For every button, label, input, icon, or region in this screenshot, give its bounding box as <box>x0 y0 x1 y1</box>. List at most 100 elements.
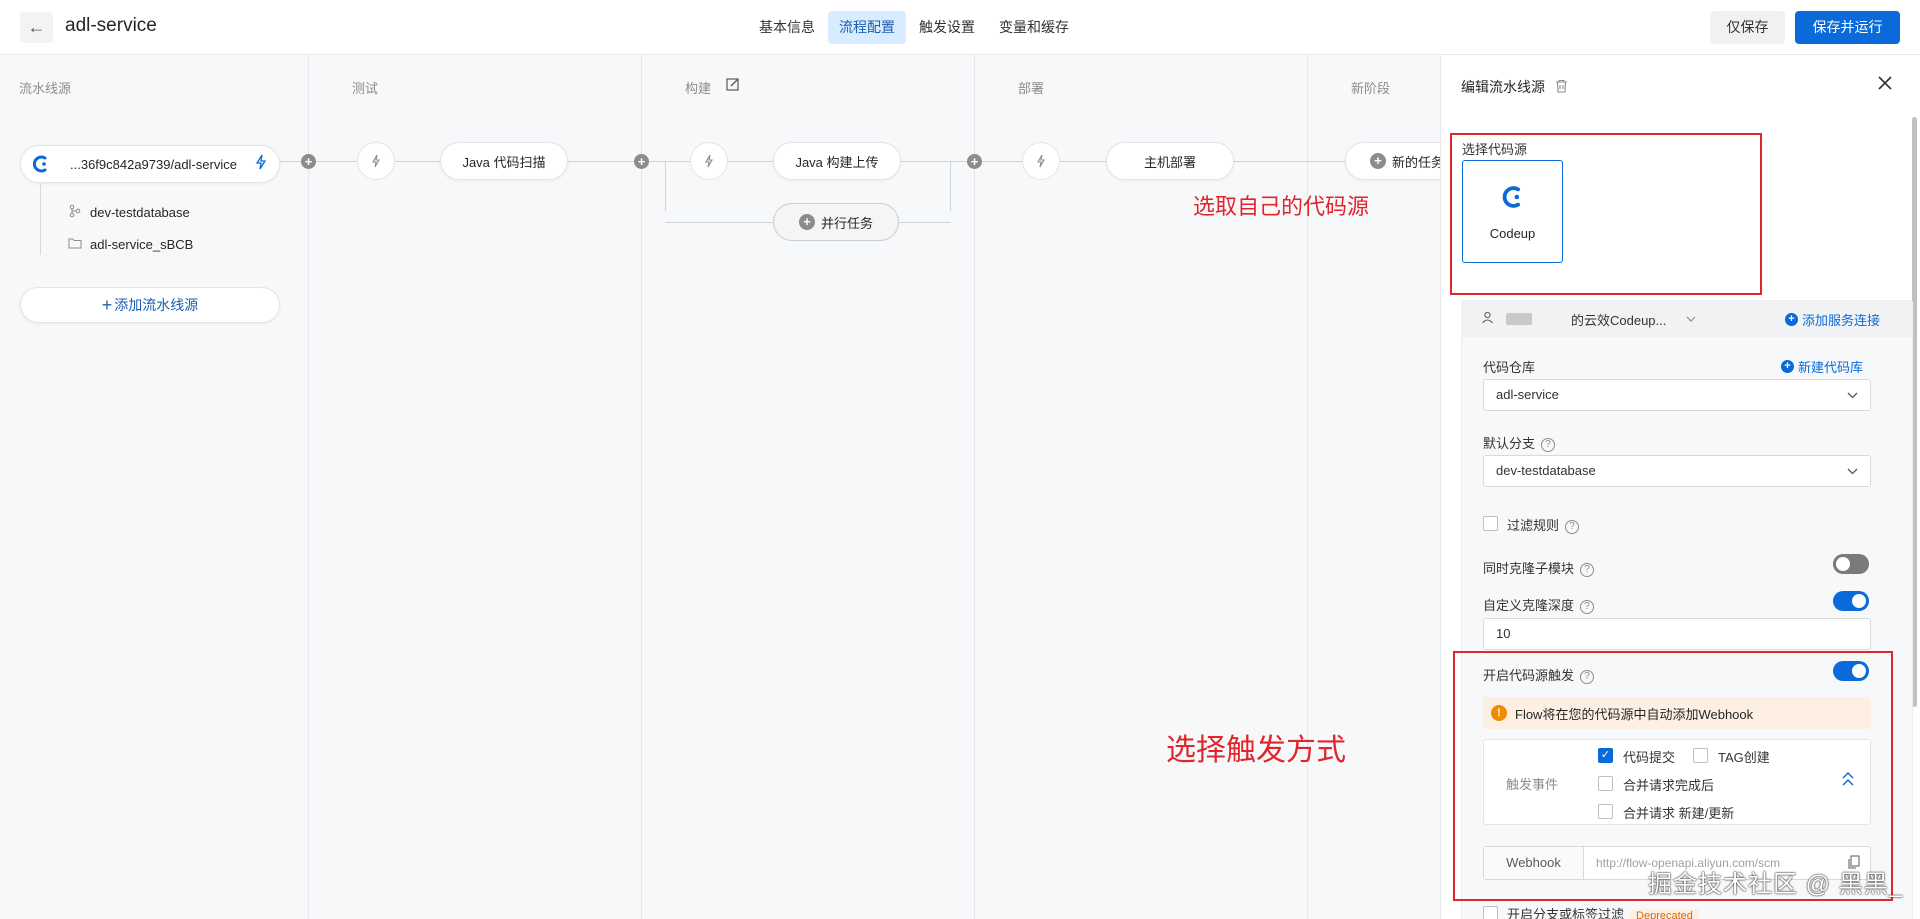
bolt-icon[interactable] <box>255 154 267 175</box>
chevron-down-icon <box>1847 380 1858 410</box>
panel-title: 编辑流水线源 <box>1461 79 1545 95</box>
new-repo-link[interactable]: + 新建代码库 <box>1781 357 1863 376</box>
stage-trigger-bolt-icon[interactable] <box>357 142 395 180</box>
parallel-task-label: 并行任务 <box>820 215 873 231</box>
annotation-box-source <box>1450 133 1762 295</box>
redacted-name <box>1506 313 1532 325</box>
stage-divider <box>1307 55 1308 919</box>
add-stage-plus-icon[interactable]: + <box>634 154 649 169</box>
user-icon <box>1481 311 1494 327</box>
task-host-deploy[interactable]: 主机部署 <box>1106 142 1234 180</box>
connection-name: 的云效Codeup... <box>1571 312 1667 328</box>
stage-divider <box>308 55 309 919</box>
stage-title-test: 测试 <box>352 81 379 96</box>
source-folder-label: adl-service_sBCB <box>90 237 194 252</box>
parallel-line <box>899 222 951 223</box>
new-repo-label: 新建代码库 <box>1798 360 1864 375</box>
chevron-down-icon <box>1847 456 1858 486</box>
branch-label-text: 默认分支 <box>1483 436 1536 451</box>
clone-submodules-toggle[interactable] <box>1833 554 1869 574</box>
stage-trigger-bolt-icon[interactable] <box>690 142 728 180</box>
task-java-build-upload[interactable]: Java 构建上传 <box>773 142 901 180</box>
stage-title-deploy: 部署 <box>1018 81 1045 96</box>
help-icon[interactable]: ? <box>1565 519 1580 534</box>
branch-filter-text: 开启分支或标签过滤 <box>1507 907 1625 919</box>
stage-trigger-bolt-icon[interactable] <box>1022 142 1060 180</box>
clone-submodules-text: 同时克隆子模块 <box>1483 561 1575 576</box>
save-and-run-button[interactable]: 保存并运行 <box>1795 11 1900 44</box>
clone-submodules-label: 同时克隆子模块? <box>1483 558 1595 577</box>
filter-rule-checkbox[interactable] <box>1483 516 1498 531</box>
tab-basic-info[interactable]: 基本信息 <box>748 11 826 44</box>
help-icon[interactable]: ? <box>1580 562 1595 577</box>
add-pipeline-source-button[interactable]: + 添加流水线源 <box>20 287 280 323</box>
tab-trigger-settings[interactable]: 触发设置 <box>908 11 986 44</box>
edit-icon[interactable] <box>726 77 742 93</box>
service-connection-row[interactable]: 的云效Codeup... + 添加服务连接 <box>1461 301 1913 337</box>
plus-icon: + <box>101 294 113 315</box>
add-service-connection-label: 添加服务连接 <box>1802 312 1881 328</box>
plus-circle-icon: + <box>1785 312 1798 326</box>
plus-circle-icon: + <box>1370 153 1386 169</box>
help-icon[interactable]: ? <box>1541 437 1556 452</box>
top-header: ← adl-service 基本信息 流程配置 触发设置 变量和缓存 仅保存 保… <box>0 0 1920 55</box>
tab-variables-cache[interactable]: 变量和缓存 <box>988 11 1080 44</box>
repo-select[interactable]: adl-service <box>1483 379 1871 411</box>
source-folder: adl-service_sBCB <box>68 237 193 252</box>
tree-line <box>40 183 41 255</box>
parallel-line <box>950 161 951 211</box>
stage-title-new: 新阶段 <box>1351 81 1391 96</box>
chevron-down-icon[interactable] <box>1686 313 1696 325</box>
app-title: adl-service <box>65 15 157 36</box>
repo-select-value: adl-service <box>1496 387 1559 402</box>
deprecated-badge: Deprecated <box>1630 909 1699 919</box>
folder-icon <box>68 237 82 252</box>
panel-header: 编辑流水线源 <box>1461 77 1568 97</box>
branch-filter-checkbox[interactable] <box>1483 906 1498 919</box>
add-service-connection-link[interactable]: + 添加服务连接 <box>1785 310 1880 329</box>
branch-select[interactable]: dev-testdatabase <box>1483 455 1871 487</box>
nav-tabs: 基本信息 流程配置 触发设置 变量和缓存 <box>748 11 1080 44</box>
branch-icon <box>68 204 82 221</box>
pipeline-canvas: 流水线源 测试 构建 部署 新阶段 ...36f9c842a9739/adl-s… <box>0 55 1440 919</box>
annotation-choose-trigger: 选择触发方式 <box>1166 734 1346 767</box>
clone-depth-text: 自定义克隆深度 <box>1483 598 1575 613</box>
parallel-line <box>665 222 773 223</box>
branch-select-value: dev-testdatabase <box>1496 463 1596 478</box>
stage-divider <box>641 55 642 919</box>
add-stage-plus-icon[interactable]: + <box>967 154 982 169</box>
codeup-logo-icon <box>30 153 52 178</box>
stage-divider <box>974 55 975 919</box>
new-task-label: 新的任务 <box>1392 154 1440 170</box>
plus-circle-icon: + <box>1781 360 1794 373</box>
add-source-label: 添加流水线源 <box>114 297 199 313</box>
close-icon[interactable] <box>1877 71 1893 97</box>
add-stage-plus-icon[interactable]: + <box>301 154 316 169</box>
clone-depth-input[interactable]: 10 <box>1483 618 1871 650</box>
help-icon[interactable]: ? <box>1580 599 1595 614</box>
watermark: 掘金技术社区 @ 黑黑_ <box>1648 871 1904 898</box>
stage-title-source: 流水线源 <box>19 81 72 96</box>
edit-source-panel: 编辑流水线源 选择代码源 Codeup 的云效Codeup... + 添加服务连… <box>1440 55 1920 919</box>
source-branch: dev-testdatabase <box>68 204 190 221</box>
filter-rule-label: 过滤规则? <box>1507 515 1580 534</box>
repo-label: 代码仓库 <box>1483 360 1536 375</box>
clone-depth-toggle[interactable] <box>1833 591 1869 611</box>
new-task-button[interactable]: + 新的任务 <box>1345 142 1440 180</box>
save-only-button[interactable]: 仅保存 <box>1710 11 1785 44</box>
parallel-line <box>665 161 666 211</box>
source-branch-label: dev-testdatabase <box>90 205 190 220</box>
branch-filter-label: 开启分支或标签过滤 Deprecated <box>1507 904 1699 919</box>
filter-rule-text: 过滤规则 <box>1507 518 1560 533</box>
trash-icon[interactable] <box>1555 79 1568 96</box>
annotation-choose-source: 选取自己的代码源 <box>1193 194 1370 219</box>
branch-label: 默认分支? <box>1483 433 1556 452</box>
plus-circle-icon: + <box>798 214 815 230</box>
add-parallel-task-button[interactable]: + 并行任务 <box>773 203 899 241</box>
task-java-code-scan[interactable]: Java 代码扫描 <box>440 142 568 180</box>
tab-flow-config[interactable]: 流程配置 <box>828 11 906 44</box>
back-arrow-icon[interactable]: ← <box>20 12 53 43</box>
source-name: ...36f9c842a9739/adl-service <box>70 156 237 172</box>
pipeline-source-node[interactable]: ...36f9c842a9739/adl-service <box>20 145 280 183</box>
clone-depth-label: 自定义克隆深度? <box>1483 595 1595 614</box>
